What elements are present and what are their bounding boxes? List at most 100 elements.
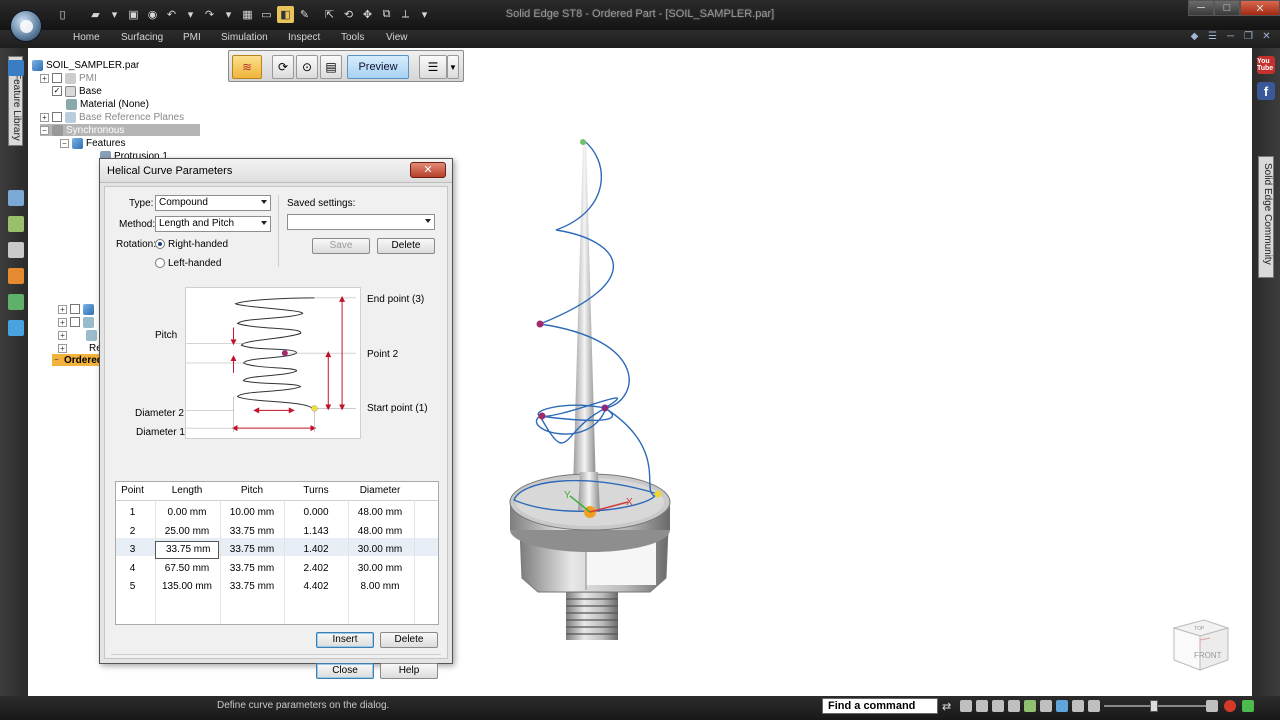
cell-pitch[interactable]: 33.75 mm — [220, 560, 284, 578]
tab-simulation[interactable]: Simulation — [221, 32, 268, 43]
cell-point[interactable]: 3 — [116, 541, 149, 559]
tree-item-base-reference-planes[interactable]: + Base Reference Planes — [40, 111, 184, 123]
zoom-icon[interactable] — [976, 700, 988, 712]
grid-header-length[interactable]: Length — [155, 482, 219, 500]
grid-header-diameter[interactable]: Diameter — [348, 482, 412, 500]
tree-item-hidden-3[interactable]: + — [58, 329, 97, 341]
shaded-view-icon[interactable] — [1056, 700, 1068, 712]
cell-diameter[interactable]: 48.00 mm — [348, 504, 412, 522]
view-orientation-icon[interactable] — [1040, 700, 1052, 712]
find-command-input[interactable]: Find a command — [822, 698, 938, 714]
cell-pitch[interactable]: 33.75 mm — [220, 523, 284, 541]
layout-icon[interactable]: ☰ — [1205, 31, 1220, 46]
pathfinder-icon[interactable] — [8, 60, 24, 76]
dialog-close-button[interactable]: ✕ — [410, 162, 446, 178]
cell-diameter[interactable]: 8.00 mm — [348, 578, 412, 596]
youtube-icon[interactable]: You Tube — [1257, 56, 1275, 74]
tab-surfacing[interactable]: Surfacing — [121, 32, 163, 43]
cell-turns[interactable]: 0.000 — [284, 504, 348, 522]
collapse-icon[interactable]: − — [60, 138, 69, 148]
cell-point[interactable]: 4 — [116, 560, 149, 578]
expand-icon[interactable]: + — [40, 112, 49, 122]
helix-point-marker[interactable] — [601, 404, 609, 412]
probe-rod[interactable] — [573, 142, 596, 490]
insert-button[interactable]: Insert — [316, 632, 374, 648]
help-diamond-icon[interactable]: ◆ — [1187, 31, 1202, 46]
helix-point-marker[interactable] — [538, 412, 546, 420]
helix-point-marker[interactable] — [536, 320, 544, 328]
application-button[interactable] — [10, 10, 42, 42]
color-manager-icon[interactable] — [8, 268, 24, 284]
type-select[interactable]: Compound — [155, 195, 271, 211]
cell-diameter[interactable]: 48.00 mm — [348, 523, 412, 541]
cell-length[interactable]: 0.00 mm — [155, 504, 219, 522]
expand-icon[interactable]: + — [58, 317, 67, 327]
minimize-icon[interactable]: ─ — [1188, 0, 1214, 16]
model-view[interactable]: Y X — [500, 130, 710, 670]
left-handed-radio[interactable] — [155, 258, 165, 268]
doc-close-icon[interactable]: ✕ — [1259, 31, 1274, 46]
tab-pmi[interactable]: PMI — [183, 32, 201, 43]
tree-item-synchronous[interactable]: − Synchronous — [40, 124, 200, 136]
expand-icon[interactable]: + — [58, 304, 67, 314]
start-point-marker[interactable] — [654, 490, 662, 498]
tab-inspect[interactable]: Inspect — [288, 32, 320, 43]
doc-restore-icon[interactable]: ❐ — [1241, 31, 1256, 46]
right-handed-radio[interactable] — [155, 239, 165, 249]
delete-settings-button[interactable]: Delete — [377, 238, 435, 254]
rotate-view-icon[interactable] — [1024, 700, 1036, 712]
threaded-stud[interactable] — [566, 586, 618, 640]
expand-icon[interactable]: + — [58, 330, 67, 340]
close-window-icon[interactable]: ✕ — [1240, 0, 1280, 16]
style-icon[interactable] — [1072, 700, 1084, 712]
doc-minimize-icon[interactable]: ─ — [1223, 31, 1238, 46]
tab-tools[interactable]: Tools — [341, 32, 364, 43]
saved-settings-select[interactable] — [287, 214, 435, 230]
grid-header-turns[interactable]: Turns — [284, 482, 348, 500]
grid-header-pitch[interactable]: Pitch — [220, 482, 284, 500]
visibility-checkbox[interactable] — [70, 304, 80, 314]
end-point-marker[interactable] — [580, 139, 586, 145]
record-icon[interactable] — [1224, 700, 1236, 712]
close-button[interactable]: Close — [316, 663, 374, 679]
zoom-slider-thumb[interactable] — [1150, 700, 1158, 712]
tree-item-hidden-1[interactable]: + — [58, 303, 94, 315]
tab-view[interactable]: View — [386, 32, 408, 43]
view-cube[interactable]: TOP FRONT — [1170, 614, 1232, 674]
visibility-checkbox[interactable] — [52, 73, 62, 83]
cell-diameter[interactable]: 30.00 mm — [348, 541, 412, 559]
tree-item-hidden-2[interactable]: + — [58, 316, 94, 328]
tree-item-re[interactable]: + Re — [58, 342, 102, 354]
cell-turns[interactable]: 1.402 — [284, 541, 348, 559]
points-grid[interactable]: Point Length Pitch Turns Diameter 1 0.00 … — [115, 481, 439, 625]
relationships-icon[interactable] — [8, 320, 24, 336]
pan-icon[interactable] — [1008, 700, 1020, 712]
layers-icon[interactable] — [8, 190, 24, 206]
cell-pitch[interactable]: 33.75 mm — [220, 578, 284, 596]
cell-turns[interactable]: 4.402 — [284, 578, 348, 596]
cell-turns[interactable]: 2.402 — [284, 560, 348, 578]
teamcenter-icon[interactable] — [8, 242, 24, 258]
zoom-in-icon[interactable] — [1206, 700, 1218, 712]
cell-length[interactable]: 135.00 mm — [155, 578, 219, 596]
delete-point-button[interactable]: Delete — [380, 632, 438, 648]
visibility-checkbox[interactable]: ✓ — [52, 86, 62, 96]
community-tab[interactable]: Solid Edge Community — [1258, 156, 1274, 278]
parameters-step-button[interactable]: ▤ — [320, 55, 342, 79]
zoom-out-icon[interactable] — [1088, 700, 1100, 712]
zoom-area-icon[interactable] — [960, 700, 972, 712]
visibility-checkbox[interactable] — [52, 112, 62, 122]
length-edit-input[interactable]: 33.75 mm — [155, 541, 219, 560]
cell-pitch[interactable]: 10.00 mm — [220, 504, 284, 522]
facebook-icon[interactable]: f — [1257, 82, 1275, 100]
tree-item-base[interactable]: ✓ Base — [52, 85, 102, 97]
collapse-icon[interactable]: − — [40, 125, 49, 135]
sensors-icon[interactable] — [8, 216, 24, 232]
save-settings-button[interactable]: Save — [312, 238, 370, 254]
visibility-checkbox[interactable] — [70, 317, 80, 327]
axis-step-button[interactable]: ⟳ — [272, 55, 294, 79]
cell-point[interactable]: 2 — [116, 523, 149, 541]
maximize-icon[interactable]: □ — [1214, 0, 1240, 16]
dialog-title-bar[interactable]: Helical Curve Parameters ✕ — [100, 159, 452, 183]
cell-point[interactable]: 1 — [116, 504, 149, 522]
